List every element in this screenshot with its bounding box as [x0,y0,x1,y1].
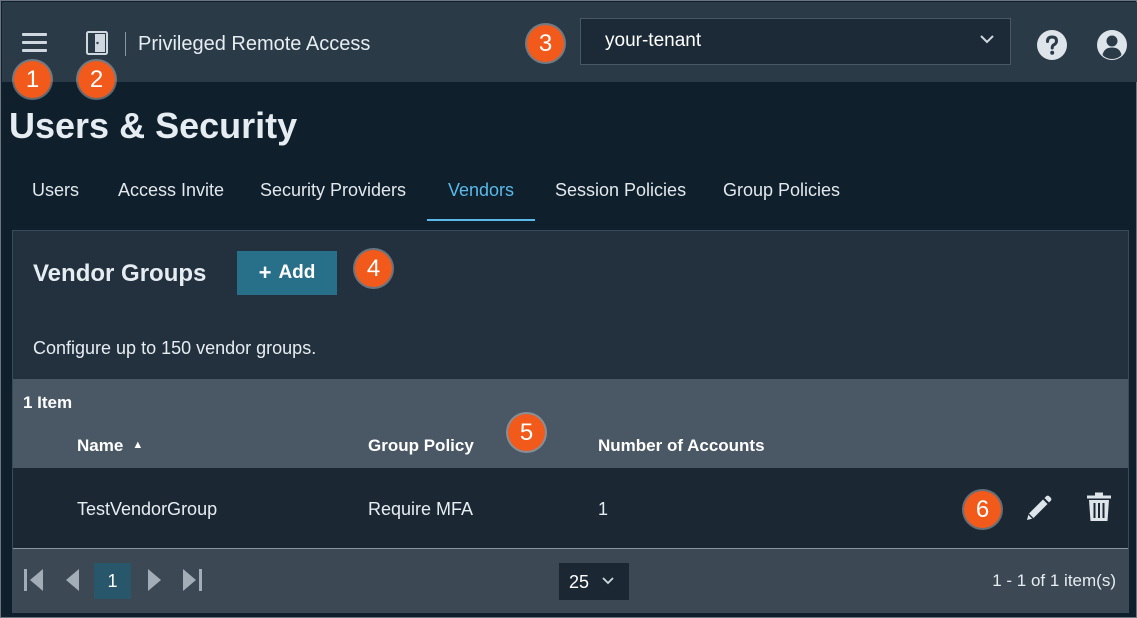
table-header: 1 Item Name ▲ Group Policy Number of Acco… [13,379,1128,468]
plus-icon: + [258,260,272,285]
callout-3: 3 [527,25,564,62]
trash-icon[interactable] [1086,492,1112,522]
callout-5: 5 [508,414,545,451]
pagination: 1 25 1 - 1 of 1 item(s) [13,548,1128,612]
sort-ascending-icon: ▲ [132,439,144,451]
tab-users[interactable]: Users [32,169,79,221]
last-page-icon[interactable] [180,567,204,593]
app-title: Privileged Remote Access [138,33,371,55]
app-window: Privileged Remote Access your-tenant 1 2… [0,0,1137,618]
next-page-icon[interactable] [142,567,166,593]
current-page[interactable]: 1 [94,563,131,599]
column-header-name[interactable]: Name ▲ [77,436,143,456]
chevron-down-icon [980,35,994,44]
top-bar: Privileged Remote Access your-tenant [2,2,1137,82]
cell-group-policy: Require MFA [368,499,474,519]
callout-4: 4 [355,250,392,287]
vendor-groups-panel: Vendor Groups + Add 4 Configure up to 15… [12,230,1129,613]
panel-description: Configure up to 150 vendor groups. [33,338,317,358]
callout-1: 1 [14,61,51,98]
column-header-number-of-accounts[interactable]: Number of Accounts [598,436,765,456]
hamburger-menu-icon[interactable] [22,33,47,53]
door-icon[interactable] [86,31,108,55]
page-title: Users & Security [9,105,298,146]
first-page-icon[interactable] [22,567,46,593]
page-size-select[interactable]: 25 [559,563,629,600]
chevron-down-icon [602,577,614,585]
prev-page-icon[interactable] [61,567,85,593]
table-row[interactable]: TestVendorGroup Require MFA 1 6 [13,468,1128,548]
tab-security-providers[interactable]: Security Providers [260,169,406,221]
header-divider [125,32,126,56]
column-header-name-label: Name [77,436,124,455]
user-circle-icon[interactable] [1096,29,1128,61]
tenant-value: your-tenant [605,30,702,51]
cell-name: TestVendorGroup [77,499,218,519]
add-button-label: Add [278,262,316,283]
panel-title: Vendor Groups [33,260,207,287]
tenant-select[interactable]: your-tenant [580,18,1011,65]
tab-group-policies[interactable]: Group Policies [723,169,840,221]
help-circle-icon[interactable] [1036,29,1068,61]
callout-2: 2 [78,61,115,98]
tab-session-policies[interactable]: Session Policies [555,169,686,221]
tab-vendors[interactable]: Vendors [427,169,535,221]
tab-access-invite[interactable]: Access Invite [118,169,224,221]
column-header-group-policy[interactable]: Group Policy [368,436,474,456]
add-vendor-group-button[interactable]: + Add [237,251,337,295]
callout-6: 6 [964,491,1001,528]
page-size-value: 25 [569,572,590,592]
cell-number-of-accounts: 1 [598,499,609,519]
pencil-icon[interactable] [1023,494,1053,524]
item-count: 1 Item [23,393,73,412]
pagination-range: 1 - 1 of 1 item(s) [992,571,1116,590]
